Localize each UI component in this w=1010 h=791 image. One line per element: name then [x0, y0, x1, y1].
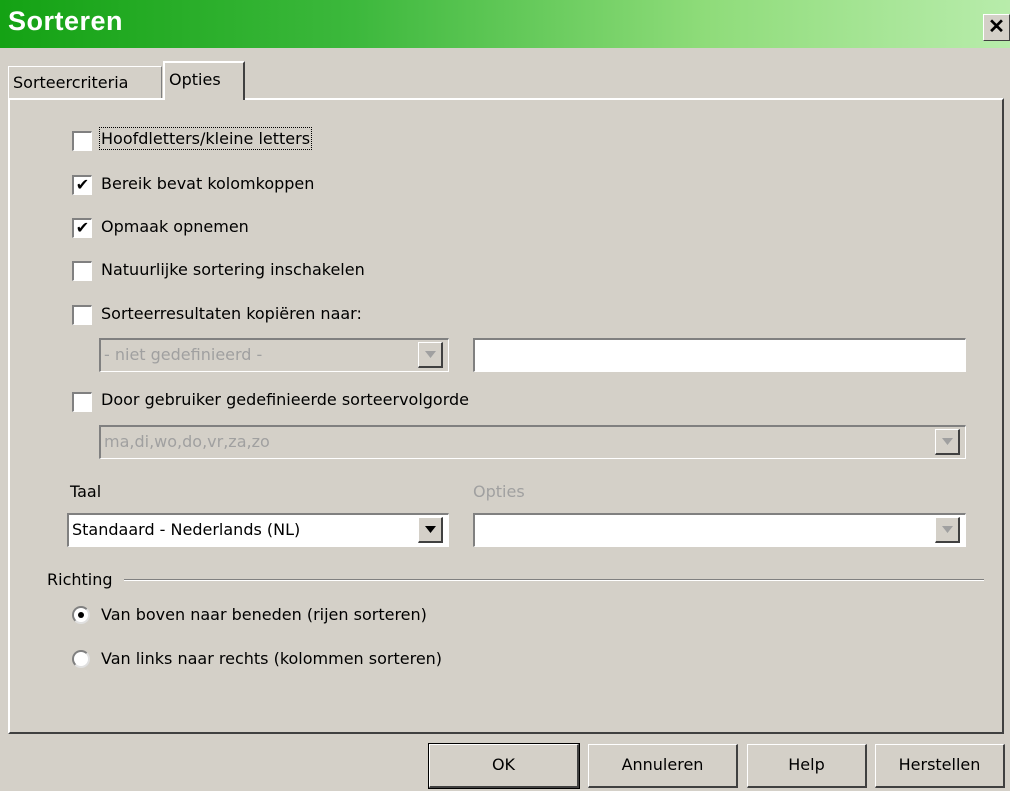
- close-button[interactable]: ✕: [983, 14, 1010, 41]
- algorithm-dropdown-button[interactable]: [935, 517, 960, 543]
- natural-sort-label[interactable]: Natuurlijke sortering inschakelen: [101, 260, 365, 279]
- direction-top-bottom-label[interactable]: Van boven naar beneden (rijen sorteren): [101, 605, 427, 624]
- direction-separator: [124, 579, 984, 581]
- chevron-down-icon: [942, 526, 953, 533]
- copy-target-select[interactable]: - niet gedefinieerd -: [99, 338, 449, 372]
- language-dropdown-button[interactable]: [418, 517, 443, 543]
- radio-selected-dot: [78, 612, 84, 618]
- reset-button[interactable]: Herstellen: [875, 744, 1005, 788]
- custom-order-dropdown-button[interactable]: [935, 429, 960, 455]
- copy-results-checkbox[interactable]: [72, 305, 92, 325]
- copy-target-select-value: - niet gedefinieerd -: [104, 345, 263, 364]
- direction-left-right-radio[interactable]: [72, 650, 90, 668]
- has-headers-label[interactable]: Bereik bevat kolomkoppen: [101, 174, 314, 193]
- tab-label: Opties: [169, 70, 221, 89]
- tab-label: Sorteercriteria: [13, 73, 129, 92]
- natural-sort-checkbox[interactable]: [72, 261, 92, 281]
- algorithm-label: Opties: [473, 482, 525, 501]
- case-sensitive-checkbox[interactable]: [72, 131, 92, 151]
- check-icon: ✔: [75, 218, 90, 237]
- case-sensitive-label[interactable]: Hoofdletters/kleine letters: [98, 127, 313, 150]
- copy-target-input[interactable]: [473, 338, 966, 372]
- chevron-down-icon: [425, 351, 436, 358]
- chevron-down-icon: [942, 438, 953, 445]
- direction-left-right-label[interactable]: Van links naar rechts (kolommen sorteren…: [101, 649, 442, 668]
- ok-button[interactable]: OK: [428, 743, 580, 789]
- include-formats-checkbox[interactable]: ✔: [72, 218, 92, 238]
- chevron-down-icon: [425, 526, 436, 533]
- language-select-value: Standaard - Nederlands (NL): [72, 520, 301, 539]
- tab-opties[interactable]: Opties: [163, 61, 245, 100]
- options-panel: [8, 98, 1004, 734]
- copy-target-dropdown-button[interactable]: [418, 342, 443, 368]
- tab-sorteercriteria[interactable]: Sorteercriteria: [8, 66, 162, 98]
- check-icon: ✔: [75, 175, 90, 194]
- cancel-button[interactable]: Annuleren: [588, 744, 738, 788]
- custom-order-select[interactable]: ma,di,wo,do,vr,za,zo: [99, 425, 966, 459]
- window-title: Sorteren: [8, 6, 124, 36]
- language-select[interactable]: Standaard - Nederlands (NL): [67, 513, 449, 547]
- title-bar: Sorteren ✕: [0, 0, 1010, 48]
- direction-label: Richting: [47, 570, 113, 589]
- custom-order-checkbox[interactable]: [72, 392, 92, 412]
- custom-order-label[interactable]: Door gebruiker gedefinieerde sorteervolg…: [101, 390, 469, 409]
- help-button[interactable]: Help: [747, 744, 867, 788]
- algorithm-select[interactable]: [473, 513, 966, 547]
- direction-top-bottom-radio[interactable]: [72, 606, 90, 624]
- custom-order-select-value: ma,di,wo,do,vr,za,zo: [104, 432, 270, 451]
- has-headers-checkbox[interactable]: ✔: [72, 175, 92, 195]
- language-label: Taal: [70, 482, 102, 501]
- close-icon: ✕: [988, 16, 1005, 38]
- copy-results-label[interactable]: Sorteerresultaten kopiëren naar:: [101, 304, 362, 323]
- include-formats-label[interactable]: Opmaak opnemen: [101, 217, 249, 236]
